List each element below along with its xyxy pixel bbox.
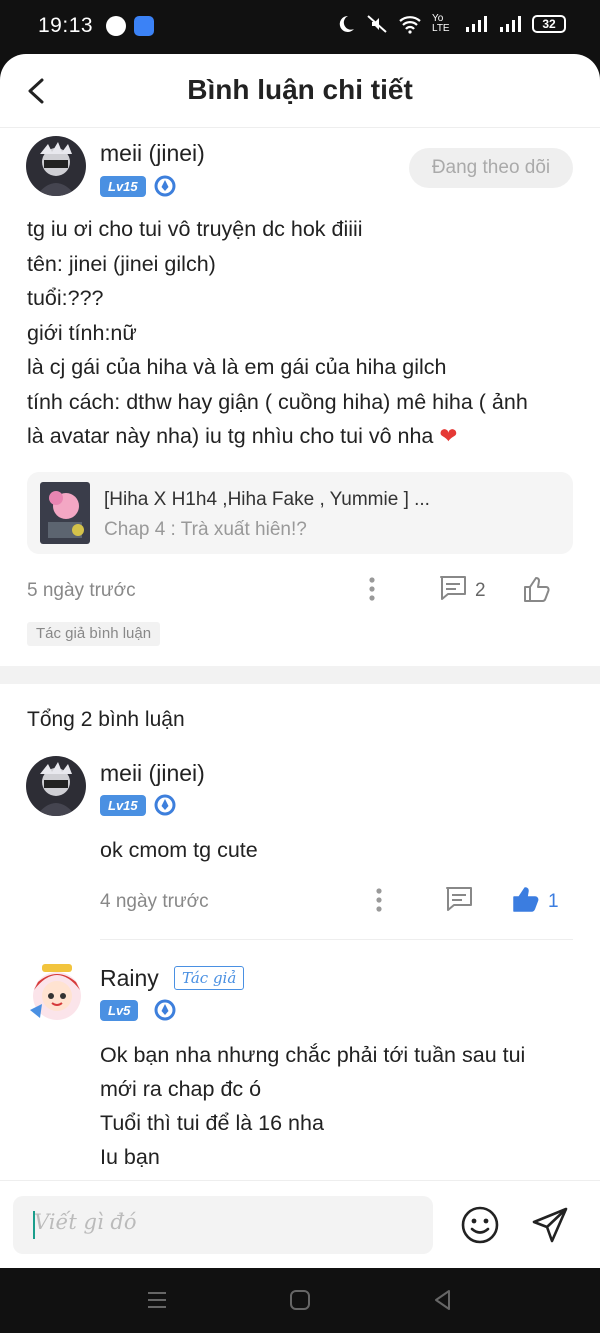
level-badge: Lv5 bbox=[100, 1000, 139, 1021]
story-thumbnail bbox=[40, 482, 90, 544]
section-divider bbox=[0, 666, 600, 684]
status-app-icons bbox=[106, 16, 154, 36]
author-comment-tag: Tác giả bình luận bbox=[27, 622, 161, 646]
app-notification-icon bbox=[134, 16, 154, 36]
home-icon[interactable] bbox=[288, 1288, 312, 1312]
battery-icon: 32 bbox=[532, 15, 566, 33]
comment-line: là cj gái của hiha và là em gái của hiha… bbox=[27, 355, 447, 379]
reply-author-name[interactable]: Rainy bbox=[100, 965, 159, 992]
avatar[interactable] bbox=[26, 136, 86, 196]
reply-text-line: mới ra chap đc ó bbox=[100, 1077, 262, 1101]
moon-icon bbox=[339, 15, 354, 32]
comment-line: giới tính:nữ bbox=[27, 320, 137, 345]
story-cover-image bbox=[40, 482, 90, 544]
comment-detail-sheet: Bình luận chi tiết meii (jinei) Lv15 Đan… bbox=[0, 54, 600, 1268]
comment-line: tg iu ơi cho tui vô truyện dc hok điiii bbox=[27, 217, 363, 241]
reply-avatar[interactable] bbox=[26, 756, 86, 816]
reply-count: 2 bbox=[475, 580, 486, 601]
status-bar: 19:13 Yo LTE 32 bbox=[0, 0, 600, 54]
comment-input-bar: Viết gì đó bbox=[0, 1180, 600, 1268]
recent-apps-icon[interactable] bbox=[145, 1288, 169, 1312]
back-nav-icon[interactable] bbox=[431, 1288, 455, 1312]
avatar-image bbox=[24, 960, 90, 1026]
story-chapter: Chap 4 : Trà xuất hiên!? bbox=[104, 519, 307, 540]
system-nav-bar bbox=[0, 1268, 600, 1333]
total-comments-label: Tổng 2 bình luận bbox=[27, 708, 185, 731]
comment-input[interactable]: Viết gì đó bbox=[13, 1196, 433, 1254]
reply-text-line: Ok bạn nha nhưng chắc phải tới tuần sau … bbox=[100, 1043, 526, 1067]
input-placeholder: Viết gì đó bbox=[34, 1210, 137, 1234]
avatar-image bbox=[26, 756, 86, 816]
comment-body: tg iu ơi cho tui vô truyện dc hok điiii … bbox=[27, 212, 575, 454]
like-count: 1 bbox=[548, 891, 559, 912]
reply-icon[interactable] bbox=[444, 885, 474, 913]
signal-icon-2 bbox=[500, 16, 521, 32]
reply-text-line: Iu bạn bbox=[100, 1145, 160, 1169]
reply-text-line: Tuổi thì tui để là 16 nha bbox=[100, 1111, 324, 1135]
shield-badge-icon bbox=[154, 794, 176, 816]
following-button[interactable]: Đang theo dõi bbox=[409, 148, 573, 188]
notification-icon bbox=[106, 16, 126, 36]
network-type: Yo LTE bbox=[432, 13, 450, 34]
status-time: 19:13 bbox=[38, 14, 94, 37]
signal-icon bbox=[466, 16, 487, 32]
shield-badge-icon bbox=[154, 175, 176, 197]
liked-icon[interactable] bbox=[511, 884, 541, 914]
reply-icon[interactable] bbox=[438, 574, 468, 602]
more-options-icon[interactable] bbox=[368, 576, 376, 602]
reply-text: ok cmom tg cute bbox=[100, 838, 258, 862]
story-card[interactable]: [Hiha X H1h4 ,Hiha Fake , Yummie ] ... C… bbox=[27, 472, 573, 554]
more-options-icon[interactable] bbox=[375, 887, 383, 913]
shield-badge-icon bbox=[154, 999, 176, 1021]
send-icon[interactable] bbox=[530, 1205, 570, 1245]
emoji-icon[interactable] bbox=[460, 1205, 500, 1245]
comment-time: 5 ngày trước bbox=[27, 580, 136, 601]
mute-icon bbox=[367, 15, 387, 33]
story-title: [Hiha X H1h4 ,Hiha Fake , Yummie ] ... bbox=[104, 489, 430, 510]
comment-line: tuổi:??? bbox=[27, 286, 104, 310]
author-name[interactable]: meii (jinei) bbox=[100, 140, 205, 167]
reply-time: 4 ngày trước bbox=[100, 891, 209, 912]
comment-line-last: là avatar này nha) iu tg nhìu cho tui vô… bbox=[27, 419, 575, 454]
level-badge: Lv15 bbox=[100, 795, 146, 816]
comment-line: tên: jinei (jinei gilch) bbox=[27, 251, 216, 276]
page-title: Bình luận chi tiết bbox=[187, 74, 413, 105]
level-badge: Lv15 bbox=[100, 176, 146, 197]
header: Bình luận chi tiết bbox=[0, 54, 600, 128]
comment-line: là avatar này nha) iu tg nhìu cho tui vô… bbox=[27, 424, 434, 448]
comment-line: tính cách: dthw hay giận ( cuồng hiha) m… bbox=[27, 389, 528, 414]
reply-avatar[interactable] bbox=[24, 960, 90, 1026]
author-badge: Tác giả bbox=[174, 966, 245, 990]
reply-separator bbox=[100, 939, 573, 940]
status-right-icons: Yo LTE 32 bbox=[336, 14, 566, 34]
avatar-image bbox=[26, 136, 86, 196]
heart-emoji: ❤ bbox=[439, 424, 458, 448]
like-icon[interactable] bbox=[522, 574, 552, 604]
reply-author-name[interactable]: meii (jinei) bbox=[100, 760, 205, 787]
wifi-icon bbox=[399, 16, 421, 34]
